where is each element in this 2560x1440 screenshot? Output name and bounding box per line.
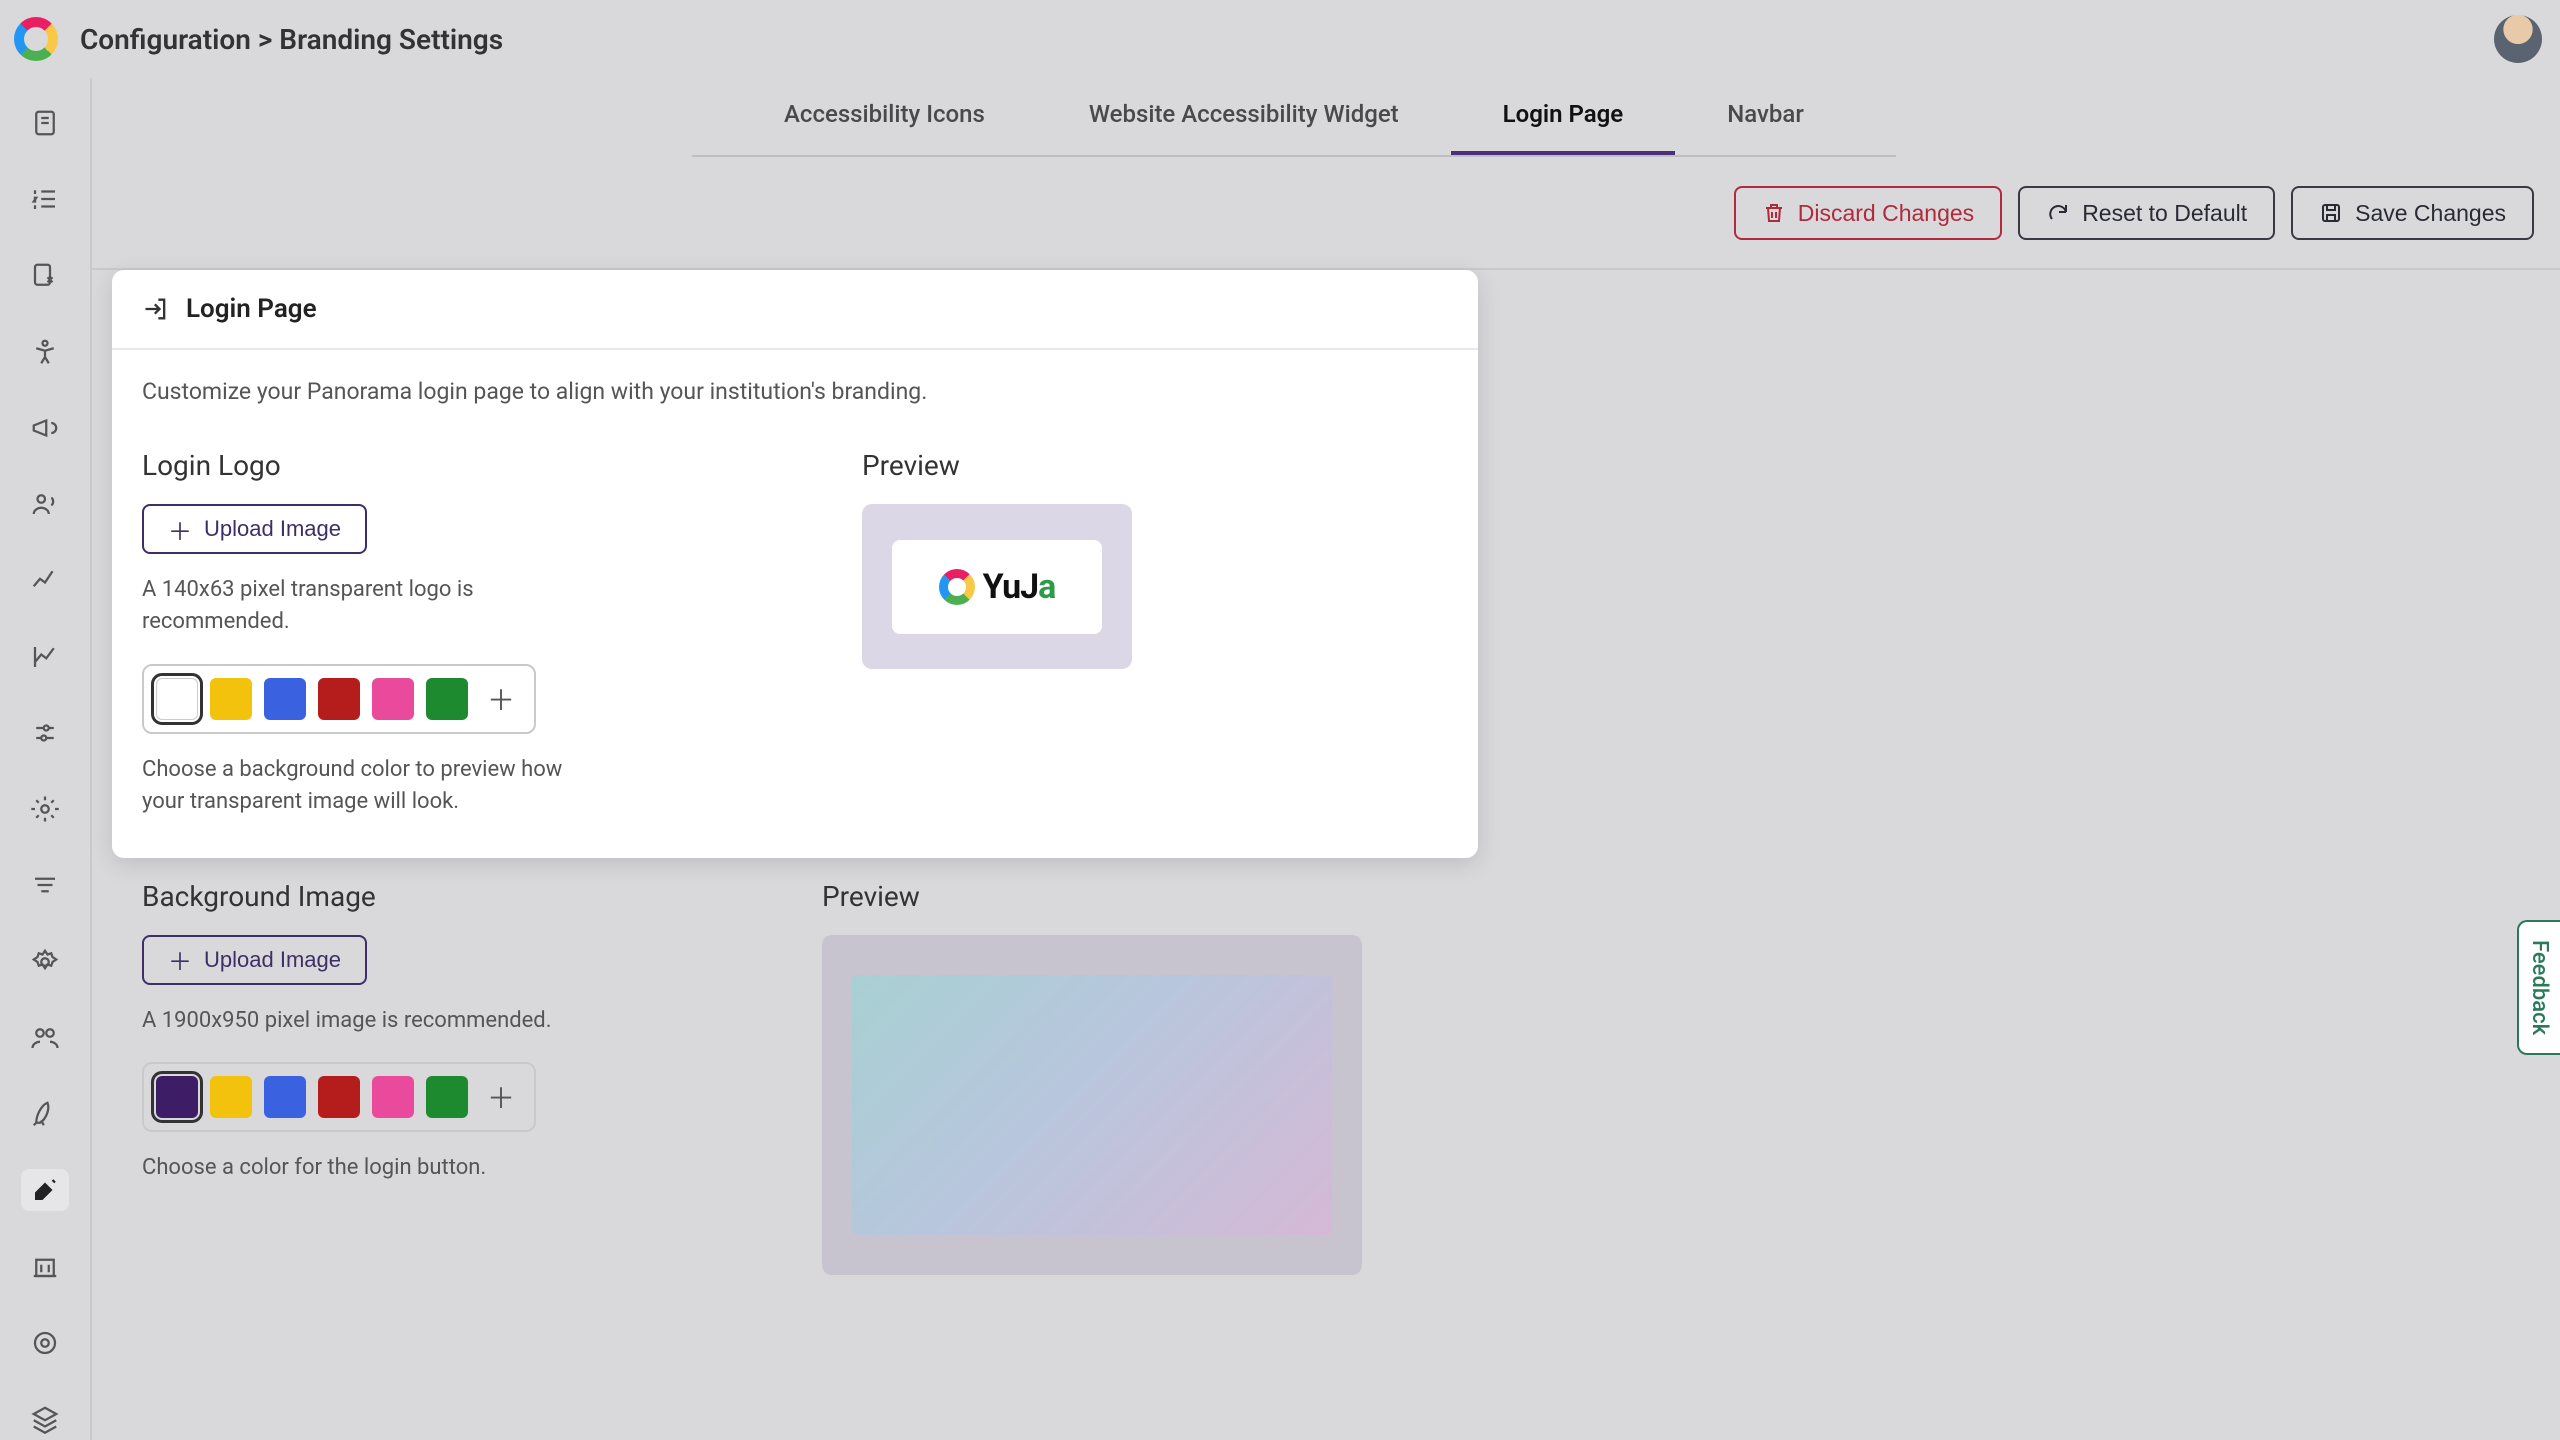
- swatch-add[interactable]: ＋: [480, 678, 522, 720]
- bg-image-title: Background Image: [142, 880, 742, 913]
- login-card-header: Login Page: [112, 270, 1478, 350]
- sidebar-item-chart[interactable]: [21, 636, 69, 678]
- sidebar-item-target[interactable]: [21, 1322, 69, 1364]
- button-swatch-group: ＋: [142, 1062, 536, 1132]
- save-button[interactable]: Save Changes: [2291, 186, 2534, 240]
- swatch-white[interactable]: [156, 678, 198, 720]
- preview-brand-icon: [939, 569, 975, 605]
- trash-icon: [1762, 201, 1786, 225]
- swatch-blue[interactable]: [264, 678, 306, 720]
- login-icon: [142, 295, 170, 323]
- sidebar-item-doc[interactable]: [21, 102, 69, 144]
- background-image-section: Background Image ＋ Upload Image A 1900x9…: [112, 858, 1478, 1315]
- preview-title: Preview: [862, 449, 1448, 482]
- tab-login-page[interactable]: Login Page: [1451, 78, 1676, 155]
- login-card-subtitle: Customize your Panorama login page to al…: [142, 378, 1448, 405]
- discard-label: Discard Changes: [1798, 200, 1974, 227]
- preview-brand-text: YuJa: [983, 567, 1056, 607]
- logo-preview-inner: YuJa: [892, 540, 1102, 634]
- sidebar-item-gear2[interactable]: [21, 940, 69, 982]
- bg-preview-hint: Choose a background color to preview how…: [142, 754, 582, 818]
- sidebar-item-rocket[interactable]: [21, 1093, 69, 1135]
- save-label: Save Changes: [2355, 200, 2506, 227]
- sidebar-item-users[interactable]: [21, 1017, 69, 1059]
- sidebar-item-megaphone[interactable]: [21, 407, 69, 449]
- login-page-card: Login Page Customize your Panorama login…: [112, 270, 1478, 858]
- login-card-title: Login Page: [186, 294, 317, 324]
- tab-website-widget[interactable]: Website Accessibility Widget: [1037, 78, 1451, 155]
- plus-icon: ＋: [168, 512, 192, 547]
- plus-icon: ＋: [168, 942, 192, 977]
- sidebar-item-list-ordered[interactable]: [21, 178, 69, 220]
- main-area: Accessibility Icons Website Accessibilit…: [92, 78, 2560, 1440]
- app-logo: [14, 17, 58, 61]
- swatch-green[interactable]: [426, 678, 468, 720]
- upload-bg-button[interactable]: ＋ Upload Image: [142, 935, 367, 985]
- save-icon: [2319, 201, 2343, 225]
- logo-swatch-group: ＋: [142, 664, 536, 734]
- user-avatar[interactable]: [2494, 15, 2542, 63]
- discard-button[interactable]: Discard Changes: [1734, 186, 2002, 240]
- tab-navbar[interactable]: Navbar: [1675, 78, 1856, 155]
- upload-logo-button[interactable]: ＋ Upload Image: [142, 504, 367, 554]
- tabs-row: Accessibility Icons Website Accessibilit…: [692, 78, 2560, 158]
- sidebar-item-gear[interactable]: [21, 788, 69, 830]
- login-logo-title: Login Logo: [142, 449, 742, 482]
- reset-button[interactable]: Reset to Default: [2018, 186, 2275, 240]
- sidebar-item-accessibility[interactable]: [21, 331, 69, 373]
- actions-row: Discard Changes Reset to Default Save Ch…: [92, 158, 2560, 270]
- bg-preview-title: Preview: [822, 880, 1448, 913]
- swatch-yellow[interactable]: [210, 1076, 252, 1118]
- upload-logo-label: Upload Image: [204, 516, 341, 542]
- sidebar-item-building[interactable]: [21, 1245, 69, 1287]
- sidebar-item-trend[interactable]: [21, 559, 69, 601]
- bg-preview-inner: [852, 975, 1332, 1235]
- logo-preview-box: YuJa: [862, 504, 1132, 669]
- sidebar-item-filters[interactable]: [21, 864, 69, 906]
- tab-accessibility-icons[interactable]: Accessibility Icons: [732, 78, 1037, 155]
- bg-hint: A 1900x950 pixel image is recommended.: [142, 1005, 642, 1037]
- tabs: Accessibility Icons Website Accessibilit…: [692, 78, 1896, 157]
- breadcrumb: Configuration > Branding Settings: [80, 23, 503, 56]
- sidebar-item-user-speak[interactable]: [21, 483, 69, 525]
- button-color-hint: Choose a color for the login button.: [142, 1152, 562, 1184]
- top-header: Configuration > Branding Settings: [0, 0, 2560, 78]
- upload-bg-label: Upload Image: [204, 947, 341, 973]
- reset-label: Reset to Default: [2082, 200, 2247, 227]
- sidebar: [0, 78, 92, 1440]
- swatch-red[interactable]: [318, 678, 360, 720]
- bg-preview-box: [822, 935, 1362, 1275]
- sidebar-item-layers[interactable]: [21, 1398, 69, 1440]
- swatch-purple[interactable]: [156, 1076, 198, 1118]
- sidebar-item-sliders[interactable]: [21, 712, 69, 754]
- swatch-pink[interactable]: [372, 678, 414, 720]
- swatch-yellow[interactable]: [210, 678, 252, 720]
- swatch-add[interactable]: ＋: [480, 1076, 522, 1118]
- swatch-red[interactable]: [318, 1076, 360, 1118]
- refresh-icon: [2046, 201, 2070, 225]
- swatch-green[interactable]: [426, 1076, 468, 1118]
- swatch-pink[interactable]: [372, 1076, 414, 1118]
- logo-hint: A 140x63 pixel transparent logo is recom…: [142, 574, 562, 638]
- sidebar-item-paint[interactable]: [21, 1169, 69, 1211]
- swatch-blue[interactable]: [264, 1076, 306, 1118]
- sidebar-item-export[interactable]: [21, 254, 69, 296]
- feedback-tab[interactable]: Feedback: [2517, 920, 2560, 1055]
- login-card-body: Customize your Panorama login page to al…: [112, 350, 1478, 858]
